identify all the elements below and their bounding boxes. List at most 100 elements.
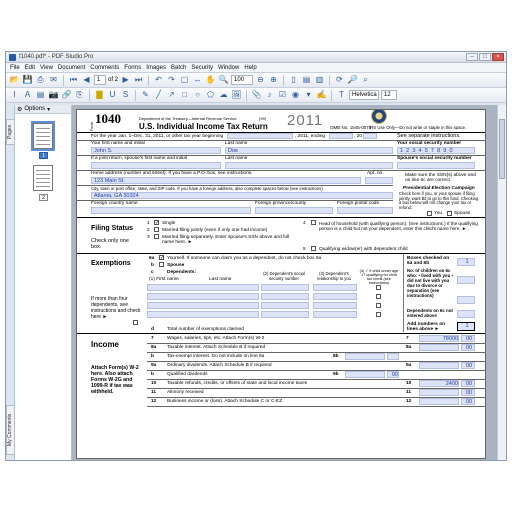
zoom-tool-icon[interactable]: 🔍 (218, 75, 229, 86)
income-mid-cents-field[interactable]: 00 (387, 371, 399, 378)
vertical-scrollbar[interactable] (497, 105, 506, 460)
tab-pages[interactable]: Pages (6, 119, 15, 145)
menu-forms[interactable]: Forms (124, 65, 141, 71)
add-numbers-field[interactable]: 1 (457, 322, 475, 331)
dep-row-2[interactable] (147, 293, 259, 300)
print-icon[interactable]: ⎙ (35, 75, 46, 86)
dep-row-1[interactable] (147, 284, 259, 291)
fit-page-icon[interactable]: ▢ (179, 75, 190, 86)
close-button[interactable]: × (492, 53, 504, 61)
font-name-select[interactable]: Helvetica (349, 90, 379, 100)
menu-comments[interactable]: Comments (90, 65, 119, 71)
font-size-select[interactable]: 12 (381, 90, 397, 100)
next-page-icon[interactable]: ▶ (120, 75, 131, 86)
chevron-down-icon[interactable]: ▾ (47, 106, 50, 113)
dep-ssn-3[interactable] (261, 302, 309, 309)
income-cents-field[interactable]: 00 (461, 362, 475, 369)
foreign-province-field[interactable] (255, 207, 333, 214)
line-icon[interactable]: ╱ (153, 90, 164, 101)
cloud-icon[interactable]: ☁ (218, 90, 229, 101)
last-page-icon[interactable]: ⏭ (133, 75, 144, 86)
menu-edit[interactable]: Edit (25, 65, 35, 71)
ex-yourself-checkbox[interactable]: ✓ (159, 255, 164, 261)
boxes-checked-field[interactable]: 1 (457, 258, 475, 266)
income-cents-field[interactable]: 00 (461, 335, 475, 342)
dep-rel-3[interactable] (313, 302, 357, 309)
minimize-button[interactable]: – (466, 53, 478, 61)
income-cents-field[interactable]: 00 (461, 344, 475, 351)
lived-with-field[interactable] (457, 276, 475, 284)
income-amount-field[interactable]: 2400 (419, 380, 459, 387)
highlight-icon[interactable]: ▇ (94, 90, 105, 101)
income-amount-field[interactable]: 78000 (419, 335, 459, 342)
spouse-first-field[interactable] (91, 162, 221, 169)
income-amount-field[interactable] (419, 344, 459, 351)
income-cents-field[interactable]: 00 (461, 380, 475, 387)
dep-ssn-1[interactable] (261, 284, 309, 291)
checkbox-field-icon[interactable]: ☑ (277, 90, 288, 101)
menu-images[interactable]: Images (146, 65, 166, 71)
sound-icon[interactable]: ♪ (264, 90, 275, 101)
fs-single-checkbox[interactable]: ✓ (154, 220, 159, 226)
page-number-input[interactable]: 1 (94, 75, 106, 85)
maximize-button[interactable]: □ (479, 53, 491, 61)
menu-view[interactable]: View (40, 65, 53, 71)
facing-icon[interactable]: ▥ (314, 75, 325, 86)
email-icon[interactable]: ✉ (48, 75, 59, 86)
menu-window[interactable]: Window (218, 65, 239, 71)
dep-rel-2[interactable] (313, 293, 357, 300)
city-field[interactable]: Atlanta, GA 30324 (91, 192, 393, 199)
income-cents-field[interactable]: 00 (461, 389, 475, 396)
menu-batch[interactable]: Batch (171, 65, 186, 71)
first-name-field[interactable]: John S. (91, 147, 221, 154)
signature-icon[interactable]: ✍ (316, 90, 327, 101)
ellipse-icon[interactable]: ○ (192, 90, 203, 101)
income-amount-field[interactable] (419, 398, 459, 405)
foreign-postal-field[interactable] (337, 207, 393, 214)
income-amount-field[interactable] (419, 362, 459, 369)
zoom-out-icon[interactable]: ⊖ (255, 75, 266, 86)
dep-rel-1[interactable] (313, 284, 357, 291)
spouse-last-field[interactable] (225, 162, 393, 169)
page-thumbnail-1[interactable] (31, 121, 55, 151)
apt-field[interactable] (365, 177, 393, 184)
deps-not-entered-field[interactable] (457, 310, 475, 318)
income-cents-field[interactable]: 00 (461, 398, 475, 405)
prev-page-icon[interactable]: ◀ (81, 75, 92, 86)
first-page-icon[interactable]: ⏮ (68, 75, 79, 86)
tax-year-begin-field[interactable] (227, 133, 293, 139)
menu-help[interactable]: Help (244, 65, 256, 71)
fs-separate-checkbox[interactable] (154, 234, 159, 239)
arrow-icon[interactable]: ↗ (166, 90, 177, 101)
dep-child-1[interactable] (376, 285, 381, 290)
dep-rel-4[interactable] (313, 311, 357, 318)
tab-comments[interactable]: My Comments (6, 405, 15, 455)
zoom-input[interactable]: 100 (231, 75, 254, 85)
combo-field-icon[interactable]: ▾ (303, 90, 314, 101)
rotate-icon[interactable]: ⟳ (334, 75, 345, 86)
fs-widow-checkbox[interactable] (311, 246, 316, 251)
income-amount-field[interactable] (419, 389, 459, 396)
campaign-you-checkbox[interactable] (427, 211, 432, 216)
gear-icon[interactable]: ⚙ (17, 106, 22, 113)
more-deps-checkbox[interactable] (133, 320, 138, 325)
search-icon[interactable]: 🔎 (347, 75, 358, 86)
menu-document[interactable]: Document (58, 65, 85, 71)
dep-row-3[interactable] (147, 302, 259, 309)
dep-child-3[interactable] (376, 303, 381, 308)
link-icon[interactable]: 🔗 (61, 90, 72, 101)
single-page-icon[interactable]: ▯ (288, 75, 299, 86)
tax-year-20-field[interactable] (363, 133, 377, 139)
continuous-icon[interactable]: ▤ (301, 75, 312, 86)
zoom-in-icon[interactable]: ⊕ (268, 75, 279, 86)
snapshot-icon[interactable]: 📷 (48, 90, 59, 101)
strikeout-icon[interactable]: S (120, 90, 131, 101)
save-icon[interactable]: 💾 (22, 75, 33, 86)
address-field[interactable]: 123 Main St. (91, 177, 361, 184)
attach-file-icon[interactable]: 📎 (251, 90, 262, 101)
income-mid-field[interactable] (345, 353, 385, 360)
underline-icon[interactable]: U (107, 90, 118, 101)
options-menu[interactable]: Options (24, 106, 45, 112)
dep-ssn-2[interactable] (261, 293, 309, 300)
menu-security[interactable]: Security (191, 65, 213, 71)
